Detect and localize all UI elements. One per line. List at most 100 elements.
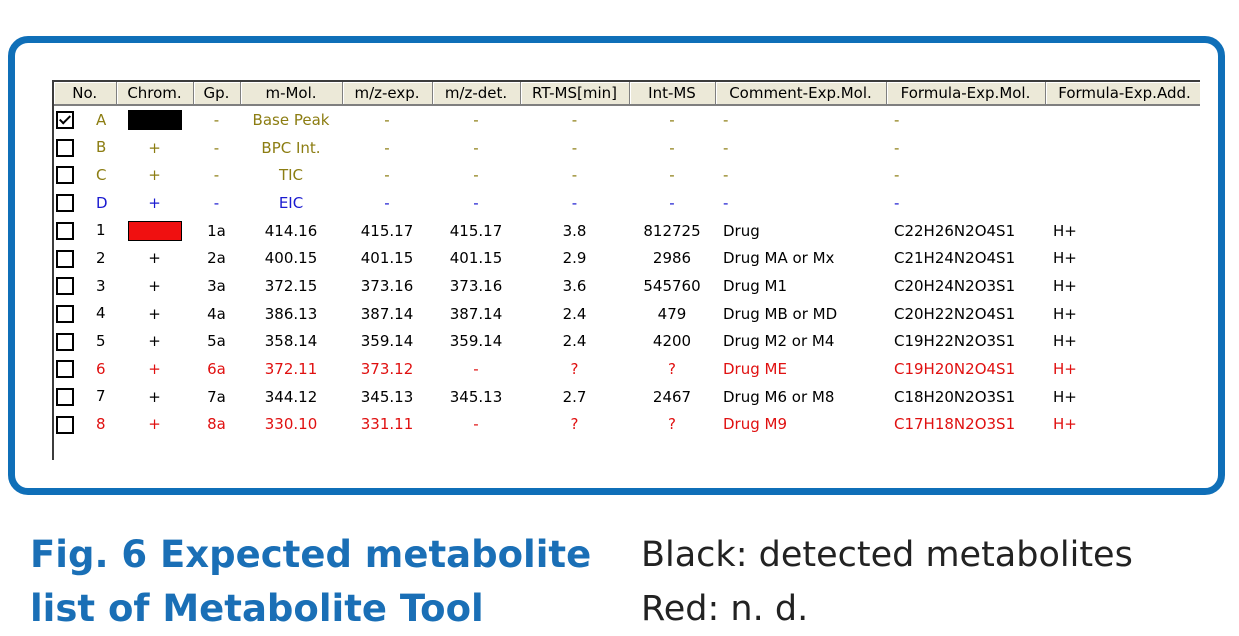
cell-gp: 5a [207, 332, 226, 351]
no-cell: 3 [54, 272, 116, 300]
cell-rt-ms-min: 2.9 [562, 249, 587, 268]
cell-chrom: + [148, 249, 161, 268]
color-swatch[interactable] [127, 109, 182, 130]
table-row[interactable]: 5 +5a 358.14 359.14 359.14 2.4 4200 Drug M2 or … [54, 328, 1200, 356]
cell-formula-exp-mol: - [894, 138, 900, 157]
row-checkbox[interactable] [56, 277, 74, 296]
caption-line-1: Fig. 6 Expected metabolite [30, 533, 592, 576]
no-cell: 4 [54, 300, 116, 328]
table-row[interactable]: 6 +6a 372.11 373.12 -?? Drug ME C19H20N2O4S1 H+ [54, 355, 1200, 383]
cell-chrom: + [148, 276, 161, 295]
cell-formula-exp-add: H+ [1053, 387, 1077, 406]
cell-gp: 2a [207, 249, 226, 268]
column-header-4[interactable]: m/z-exp. [342, 82, 433, 106]
table-row[interactable]: 2 +2a 400.15 401.15 401.15 2.9 2986 Drug MA or … [54, 244, 1200, 272]
column-header-8[interactable]: Comment-Exp.Mol. [715, 82, 887, 106]
table-row[interactable]: 7 +7a 344.12 345.13 345.13 2.7 2467 Drug M6 or … [54, 383, 1200, 411]
cell-formula-exp-mol: - [894, 166, 900, 185]
table-row[interactable]: 3 +3a 372.15 373.16 373.16 3.6 545760 Drug M1 C2… [54, 272, 1200, 300]
cell-formula-exp-add: H+ [1053, 332, 1077, 351]
column-header-7[interactable]: Int-MS [629, 82, 716, 106]
cell-m-z-exp: 373.12 [360, 360, 414, 379]
cell-m-mol: 414.16 [264, 221, 318, 240]
cell-formula-exp-mol: C20H24N2O3S1 [894, 276, 1016, 295]
table-row[interactable]: 8 +8a 330.10 331.11 -?? Drug M9 C17H18N2O3S1 H+ [54, 411, 1200, 439]
row-checkbox[interactable] [56, 194, 74, 213]
table-row[interactable]: 4 +4a 386.13 387.14 387.14 2.4 479 Drug MB or M… [54, 300, 1200, 328]
row-checkbox[interactable] [56, 111, 74, 130]
cell-m-mol: 358.14 [264, 332, 318, 351]
cell-int-ms: 479 [657, 304, 687, 323]
metabolite-table: No. Chrom. Gp. m-Mol. m/z-exp. m/z-det. RT-MS[… [54, 82, 1200, 438]
cell-chrom: + [148, 304, 161, 323]
cell-m-z-det: - [473, 193, 479, 212]
cell-comment-exp-mol: Drug M9 [723, 415, 787, 434]
cell-formula-exp-mol: - [894, 193, 900, 212]
row-number: C [96, 165, 107, 184]
cell-m-z-exp: 373.16 [360, 276, 414, 295]
table-row[interactable]: 1 1a 414.16 415.17 415.17 3.8 812725 Drug C22H26… [54, 217, 1200, 245]
cell-comment-exp-mol: Drug M2 or M4 [723, 332, 835, 351]
cell-int-ms: 812725 [643, 221, 701, 240]
column-header-3[interactable]: m-Mol. [240, 82, 343, 106]
cell-formula-exp-add: H+ [1053, 415, 1077, 434]
cell-m-mol: Base Peak [252, 110, 330, 129]
table-row[interactable]: D + - EIC - - - - - - [54, 189, 1200, 217]
cell-comment-exp-mol: Drug [723, 221, 760, 240]
cell-int-ms: 2986 [652, 249, 692, 268]
row-checkbox[interactable] [56, 387, 74, 406]
cell-rt-ms-min: 3.6 [562, 276, 587, 295]
column-header-10[interactable]: Formula-Exp.Add. [1045, 82, 1200, 106]
row-checkbox[interactable] [56, 138, 74, 157]
cell-rt-ms-min: ? [570, 360, 579, 379]
cell-int-ms: ? [668, 415, 676, 434]
cell-comment-exp-mol: Drug M1 [723, 276, 787, 295]
cell-gp: - [213, 110, 220, 129]
column-header-row: No. Chrom. Gp. m-Mol. m/z-exp. m/z-det. RT-MS[… [54, 82, 1200, 106]
cell-formula-exp-add: H+ [1053, 304, 1077, 323]
row-checkbox[interactable] [56, 332, 74, 351]
cell-m-mol: 400.15 [264, 249, 318, 268]
table-row[interactable]: B + - BPC Int. - - - - - - [54, 134, 1200, 162]
cell-rt-ms-min: 2.4 [562, 332, 587, 351]
table-row[interactable]: C + - TIC - - - - - - [54, 161, 1200, 189]
cell-formula-exp-mol: - [894, 110, 900, 129]
row-checkbox[interactable] [56, 249, 74, 268]
cell-m-z-det: - [473, 415, 479, 434]
cell-rt-ms-min: 3.8 [562, 221, 587, 240]
row-checkbox[interactable] [56, 166, 74, 185]
column-header-5[interactable]: m/z-det. [432, 82, 521, 106]
cell-formula-exp-mol: C18H20N2O3S1 [894, 387, 1016, 406]
cell-formula-exp-mol: C17H18N2O3S1 [894, 415, 1016, 434]
color-swatch[interactable] [127, 220, 182, 241]
caption-line-2: list of Metabolite Tool [30, 587, 484, 630]
cell-gp: - [213, 193, 220, 212]
cell-gp: 4a [207, 304, 226, 323]
cell-m-z-exp: - [384, 166, 390, 185]
row-checkbox[interactable] [56, 415, 74, 434]
row-checkbox[interactable] [56, 360, 74, 379]
color-legend: Black: detected metabolites Red: n. d. [641, 528, 1231, 636]
column-header-1[interactable]: Chrom. [116, 82, 194, 106]
row-checkbox[interactable] [56, 304, 74, 323]
cell-chrom: + [148, 193, 161, 212]
cell-gp: 3a [207, 276, 226, 295]
cell-formula-exp-mol: C22H26N2O4S1 [894, 221, 1016, 240]
row-number: B [96, 138, 107, 157]
cell-chrom: + [148, 387, 161, 406]
table-row[interactable]: A - Base Peak - - - - - - [54, 105, 1200, 134]
row-number: 1 [96, 221, 106, 240]
row-checkbox[interactable] [56, 221, 74, 240]
cell-m-mol: 372.11 [264, 360, 318, 379]
cell-comment-exp-mol: - [723, 138, 729, 157]
figure-caption: Fig. 6 Expected metabolite list of Metab… [30, 528, 630, 636]
cell-m-z-exp: 415.17 [360, 221, 414, 240]
cell-comment-exp-mol: Drug ME [723, 360, 787, 379]
column-header-6[interactable]: RT-MS[min] [520, 82, 630, 106]
column-header-9[interactable]: Formula-Exp.Mol. [886, 82, 1046, 106]
column-header-2[interactable]: Gp. [193, 82, 241, 106]
cell-chrom: + [148, 332, 161, 351]
cell-formula-exp-mol: C19H22N2O3S1 [894, 332, 1016, 351]
cell-gp: 7a [207, 387, 226, 406]
column-header-0[interactable]: No. [54, 82, 117, 106]
